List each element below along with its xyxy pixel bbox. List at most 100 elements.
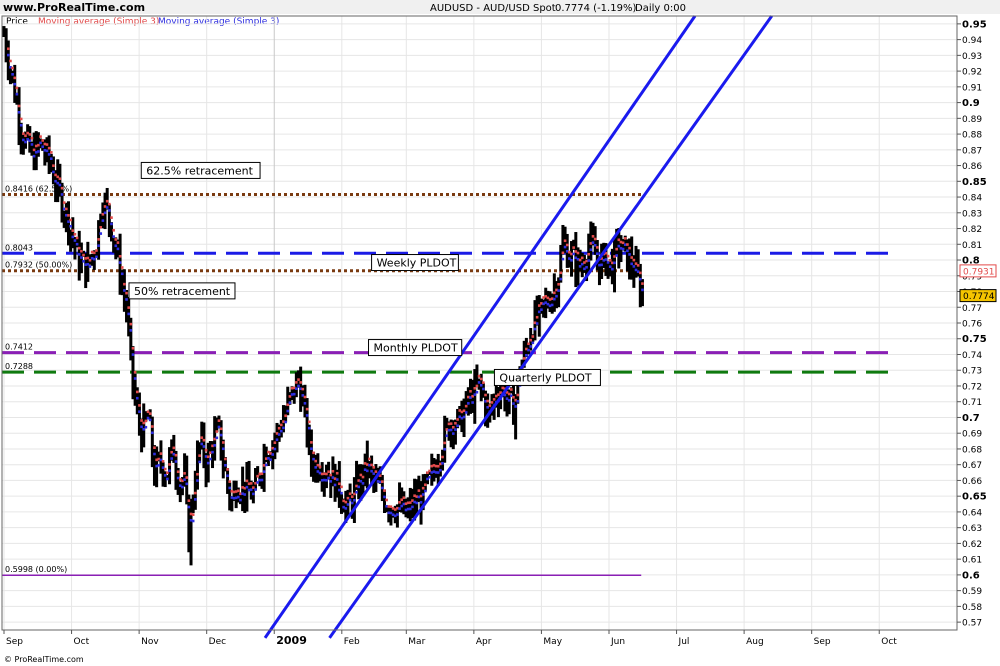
y-tick-label: 0.62 [962, 540, 982, 550]
ma-blue-dot [632, 265, 636, 268]
ma-red-dot [30, 136, 34, 140]
ma-blue-dot [527, 348, 530, 352]
y-tick-label: 0.9 [962, 98, 980, 109]
chart-window: www.ProRealTime.com AUDUSD - AUD/USD Spo… [0, 0, 1000, 666]
ma-blue-dot [39, 141, 42, 145]
ma-red-dot [125, 291, 128, 295]
ma-blue-dot [191, 519, 195, 523]
x-tick-label: Oct [74, 637, 90, 647]
ma-blue-dot [151, 431, 154, 435]
ma-blue-dot [355, 490, 358, 494]
ma-blue-dot [340, 491, 343, 495]
ma-red-dot [641, 282, 644, 285]
ma-red-dot [516, 393, 520, 397]
x-tick-label: Feb [344, 637, 360, 647]
y-tick-label: 0.69 [962, 430, 982, 440]
x-tick-label: Sep [814, 637, 831, 647]
ma-blue-dot [303, 402, 307, 405]
ma-red-dot [32, 148, 36, 152]
ma-red-dot [424, 483, 427, 487]
ma-blue-dot [445, 434, 449, 438]
ma-blue-dot [365, 469, 369, 473]
ma-blue-dot [92, 257, 96, 261]
ma-red-dot [19, 117, 23, 121]
ma-blue-dot [271, 453, 275, 456]
ma-red-dot [553, 291, 556, 295]
ma-red-dot [280, 423, 283, 427]
ma-red-dot [486, 399, 489, 403]
ma-red-dot [297, 378, 300, 381]
ma-blue-dot [157, 464, 161, 467]
y-tick-label: 0.66 [962, 477, 982, 487]
ma-red-dot [591, 235, 595, 238]
ma-blue-dot [6, 53, 10, 57]
x-tick-label: Dec [209, 637, 226, 647]
ma-blue-dot [196, 479, 199, 482]
ma-blue-dot [153, 452, 156, 456]
ma-red-dot [174, 453, 178, 457]
ma-red-dot [202, 438, 206, 442]
ma-red-dot [398, 501, 401, 504]
level-label: 0.7412 [5, 343, 33, 352]
y-tick-label: 0.71 [962, 398, 982, 408]
x-tick-label: Sep [6, 637, 23, 647]
ma-blue-dot [559, 277, 563, 281]
ma-blue-dot [273, 447, 277, 451]
ma-red-dot [99, 225, 103, 229]
ma-red-dot [273, 441, 277, 445]
ma-red-dot [168, 463, 171, 466]
y-tick-label: 0.63 [962, 524, 982, 534]
ma-blue-dot [439, 468, 442, 472]
ma-red-dot [615, 247, 618, 251]
ma-blue-dot [181, 485, 184, 489]
ma-blue-dot [353, 498, 356, 502]
period-label: Daily 0:00 [635, 3, 686, 14]
ma-red-dot [479, 377, 483, 381]
ma-red-dot [196, 472, 199, 476]
ma-blue-dot [41, 145, 44, 149]
ma-red-dot [28, 133, 32, 136]
ma-blue-dot [507, 398, 511, 402]
ma-blue-dot [245, 485, 249, 489]
ma-red-dot [284, 414, 287, 418]
ma-blue-dot [482, 387, 485, 391]
ma-red-dot [477, 374, 481, 378]
ma-blue-dot [71, 235, 75, 239]
ma-red-dot [385, 498, 388, 502]
ma-red-dot [340, 485, 343, 489]
ma-blue-dot [114, 244, 118, 248]
ma-blue-dot [200, 442, 204, 446]
ma-blue-dot [443, 447, 446, 451]
ma-blue-dot [587, 259, 591, 262]
ma-red-dot [295, 381, 298, 384]
x-tick-label: Jun [610, 637, 625, 647]
ma-red-dot [587, 252, 591, 256]
ma-blue-dot [421, 493, 425, 496]
ma-blue-dot [557, 289, 560, 292]
ma-blue-dot [350, 501, 354, 505]
ma-red-dot [249, 482, 253, 485]
y-tick-label: 0.95 [962, 19, 987, 30]
ma-red-dot [73, 232, 77, 236]
ma-red-dot [37, 143, 40, 147]
ma-blue-dot [82, 260, 85, 263]
ma-blue-dot [611, 267, 614, 271]
ma-red-dot [623, 237, 627, 240]
ma-blue-dot [168, 469, 171, 473]
ma-red-dot [628, 246, 631, 250]
ma-red-dot [578, 258, 582, 262]
ma-blue-dot [86, 262, 90, 266]
ma-blue-dot [310, 447, 313, 450]
ma-blue-dot [578, 265, 582, 268]
annotation-text: 62.5% retracement [146, 164, 253, 177]
ma-blue-dot [295, 387, 298, 390]
ma-blue-dot [525, 353, 528, 357]
ma-blue-dot [531, 341, 535, 345]
ma-blue-dot [52, 170, 55, 174]
ma-blue-dot [202, 445, 206, 448]
ma-blue-dot [471, 401, 474, 404]
ma-blue-dot [127, 312, 130, 316]
ma-blue-dot [254, 488, 257, 491]
y-tick-label: 0.76 [962, 320, 982, 330]
ma-blue-dot [550, 303, 554, 307]
